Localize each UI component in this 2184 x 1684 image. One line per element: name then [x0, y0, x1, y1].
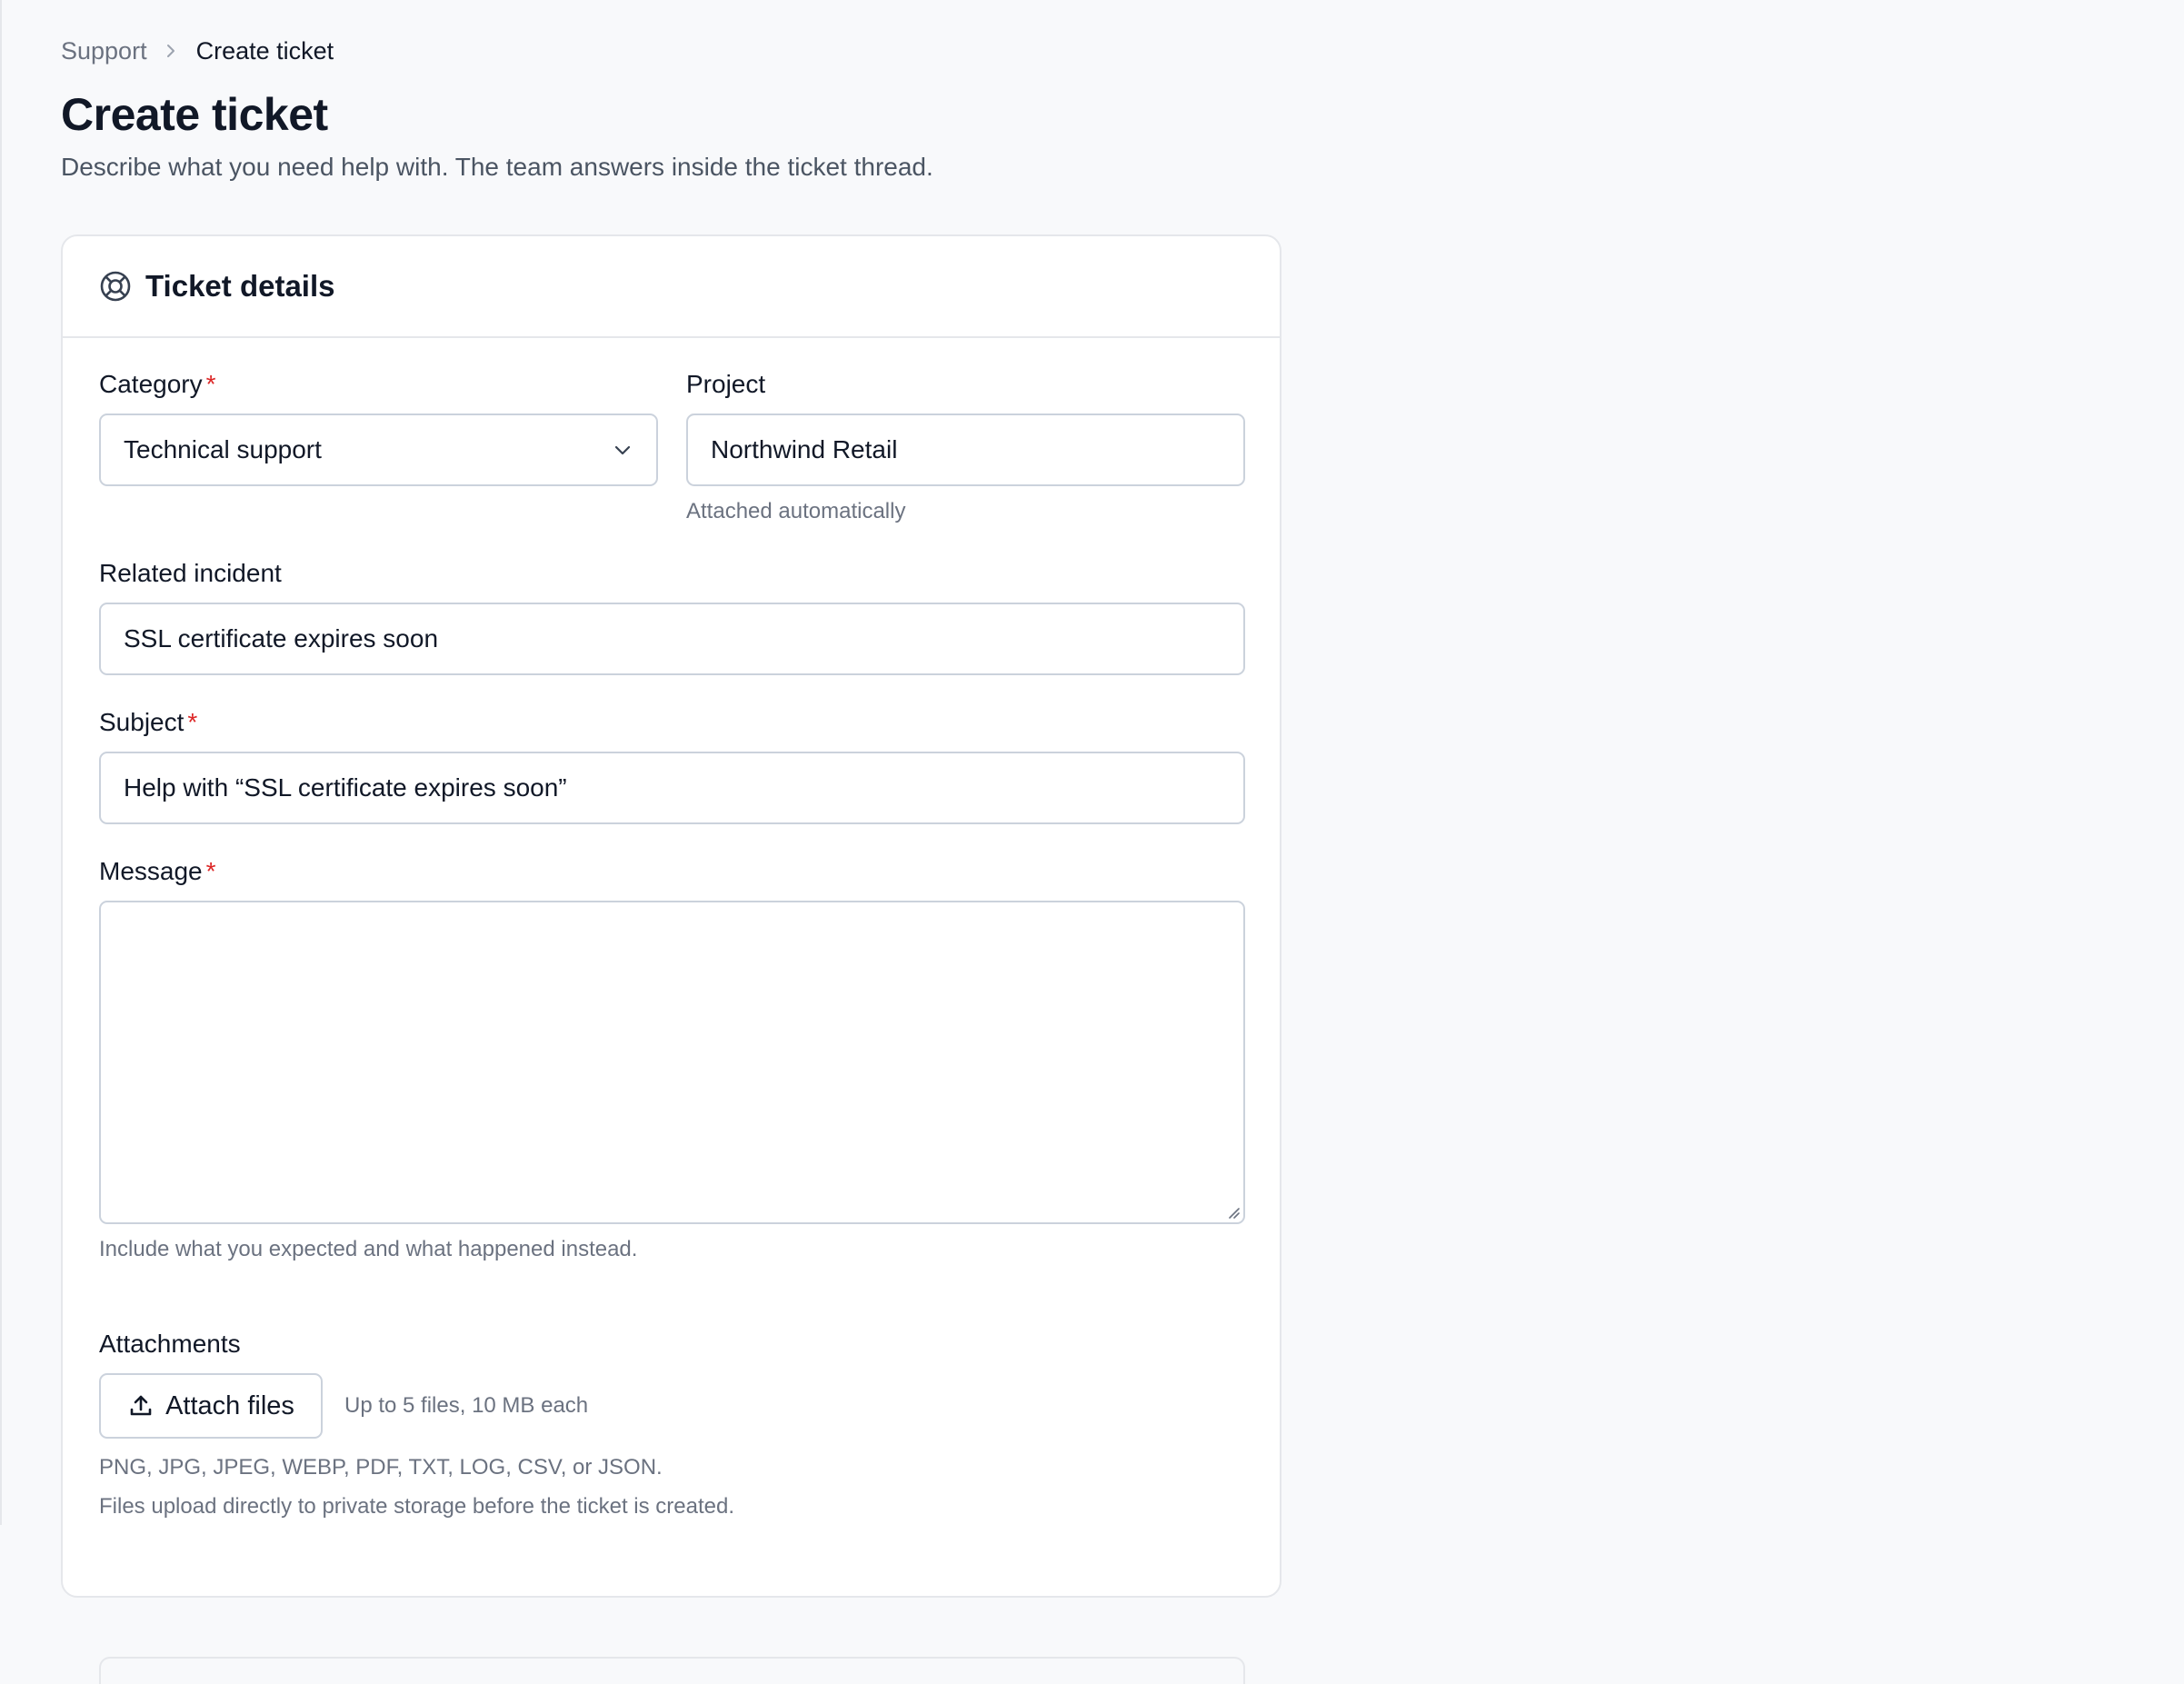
- message-label: Message *: [99, 857, 216, 885]
- card-title: Ticket details: [145, 269, 335, 303]
- ticket-details-card: Ticket details Category * Technical suppo…: [61, 234, 1281, 1684]
- project-input[interactable]: Northwind Retail: [686, 414, 1245, 486]
- related-incident-label: Related incident: [99, 559, 282, 587]
- next-section-edge: [99, 1657, 1245, 1684]
- required-asterisk: *: [205, 370, 216, 398]
- chevron-right-icon: [164, 42, 178, 60]
- left-divider: [0, 0, 2, 1525]
- category-value: Technical support: [124, 435, 322, 463]
- related-incident-input[interactable]: SSL certificate expires soon: [99, 603, 1245, 675]
- resize-handle-icon[interactable]: [1225, 1204, 1240, 1219]
- required-asterisk: *: [205, 857, 216, 885]
- attachments-label: Attachments: [99, 1330, 241, 1358]
- subject-input[interactable]: Help with “SSL certificate expires soon”: [99, 752, 1245, 824]
- attach-limit-text: Up to 5 files, 10 MB each: [344, 1393, 589, 1418]
- required-asterisk: *: [187, 708, 198, 736]
- related-incident-field: Related incident SSL certificate expires…: [99, 558, 1245, 675]
- page-subtitle: Describe what you need help with. The te…: [61, 152, 933, 181]
- breadcrumb: Support Create ticket: [61, 33, 1283, 69]
- breadcrumb-current: Create ticket: [195, 36, 334, 65]
- category-select[interactable]: Technical support: [99, 414, 658, 486]
- subject-label: Subject *: [99, 708, 198, 736]
- message-field: Message * Include what you expected and w…: [99, 856, 1245, 1262]
- attachment-types-text: PNG, JPG, JPEG, WEBP, PDF, TXT, LOG, CSV…: [99, 1455, 663, 1480]
- project-value: Northwind Retail: [711, 435, 898, 463]
- chevron-down-icon: [612, 439, 633, 461]
- attach-files-button[interactable]: Attach files: [99, 1373, 323, 1439]
- breadcrumb-support-link[interactable]: Support: [61, 37, 147, 65]
- subject-field: Subject * Help with “SSL certificate expi…: [99, 707, 1245, 824]
- attach-files-label: Attach files: [165, 1390, 294, 1420]
- lifebuoy-icon: [99, 270, 132, 303]
- attachment-storage-text: Files upload directly to private storage…: [99, 1494, 735, 1519]
- category-field: Category * Technical support: [99, 369, 658, 486]
- attachments-field: Attachments Attach files Up to 5 files,: [99, 1329, 1245, 1520]
- message-hint: Include what you expected and what happe…: [99, 1237, 638, 1261]
- upload-icon: [127, 1392, 155, 1420]
- page-title: Create ticket: [61, 89, 328, 140]
- message-textarea[interactable]: [99, 901, 1245, 1224]
- create-ticket-page: Support Create ticket Create ticket Desc…: [61, 33, 1283, 1684]
- project-field: Project Northwind Retail Attached automa…: [686, 369, 1245, 524]
- attach-row: Attach files Up to 5 files, 10 MB each: [99, 1373, 1245, 1439]
- subject-value: Help with “SSL certificate expires soon”: [124, 773, 567, 802]
- category-label: Category *: [99, 370, 216, 398]
- related-incident-value: SSL certificate expires soon: [124, 624, 439, 653]
- project-label: Project: [686, 370, 766, 398]
- card-header: Ticket details: [63, 236, 1280, 338]
- project-hint: Attached automatically: [686, 499, 906, 523]
